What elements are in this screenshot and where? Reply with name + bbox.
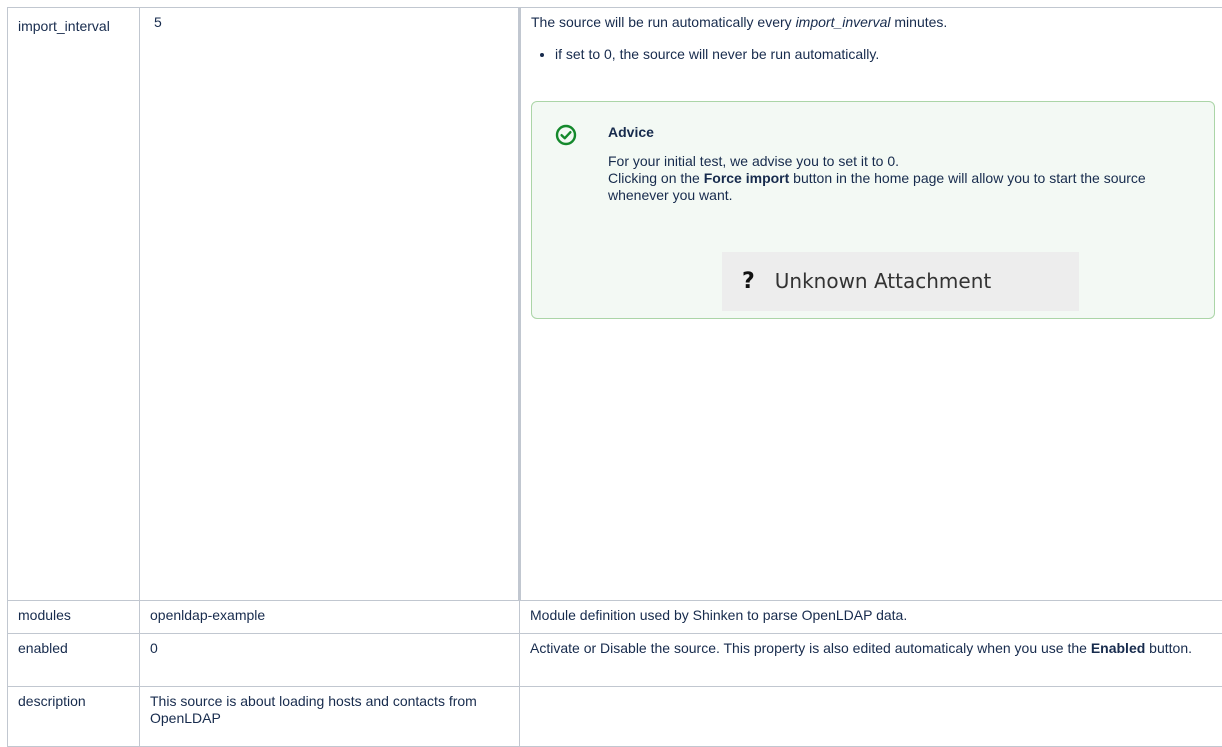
property-description: Module definition used by Shinken to par… bbox=[520, 601, 1222, 634]
attachment-label: Unknown Attachment bbox=[775, 273, 991, 290]
check-circle-icon bbox=[555, 124, 577, 146]
table-row: import_interval 5 The source will be run… bbox=[8, 8, 1222, 601]
advice-line: For your initial test, we advise you to … bbox=[608, 153, 1194, 170]
advice-panel: Advice For your initial test, we advise … bbox=[531, 101, 1215, 319]
unknown-attachment[interactable]: ? Unknown Attachment bbox=[722, 252, 1079, 311]
enabled-term: Enabled bbox=[1091, 640, 1145, 656]
description-list: if set to 0, the source will never be ru… bbox=[531, 46, 1215, 63]
table-row: modules openldap-example Module definiti… bbox=[8, 601, 1222, 634]
force-import-term: Force import bbox=[704, 170, 790, 186]
property-name: import_interval bbox=[8, 8, 140, 601]
property-value: This source is about loading hosts and c… bbox=[140, 687, 520, 747]
advice-line: Clicking on the Force import button in t… bbox=[608, 170, 1194, 204]
property-description: The source will be run automatically eve… bbox=[520, 8, 1222, 601]
properties-table: import_interval 5 The source will be run… bbox=[7, 7, 1222, 747]
table-row: description This source is about loading… bbox=[8, 687, 1222, 747]
emphasis-term: import_inverval bbox=[796, 14, 891, 30]
description-text-part: button. bbox=[1145, 640, 1192, 656]
description-text-part: Activate or Disable the source. This pro… bbox=[530, 640, 1091, 656]
question-mark-icon: ? bbox=[742, 273, 755, 290]
advice-body: For your initial test, we advise you to … bbox=[608, 153, 1194, 204]
description-text: The source will be run automatically eve… bbox=[531, 14, 1215, 31]
advice-text-part: Clicking on the bbox=[608, 170, 704, 186]
property-name: description bbox=[8, 687, 140, 747]
property-description bbox=[520, 687, 1222, 747]
list-item: if set to 0, the source will never be ru… bbox=[555, 46, 1215, 63]
property-name: modules bbox=[8, 601, 140, 634]
advice-title: Advice bbox=[608, 124, 1194, 141]
description-text-part: The source will be run automatically eve… bbox=[531, 14, 796, 30]
description-text-part: minutes. bbox=[891, 14, 948, 30]
property-value: 5 bbox=[140, 8, 520, 601]
property-value: openldap-example bbox=[140, 601, 520, 634]
